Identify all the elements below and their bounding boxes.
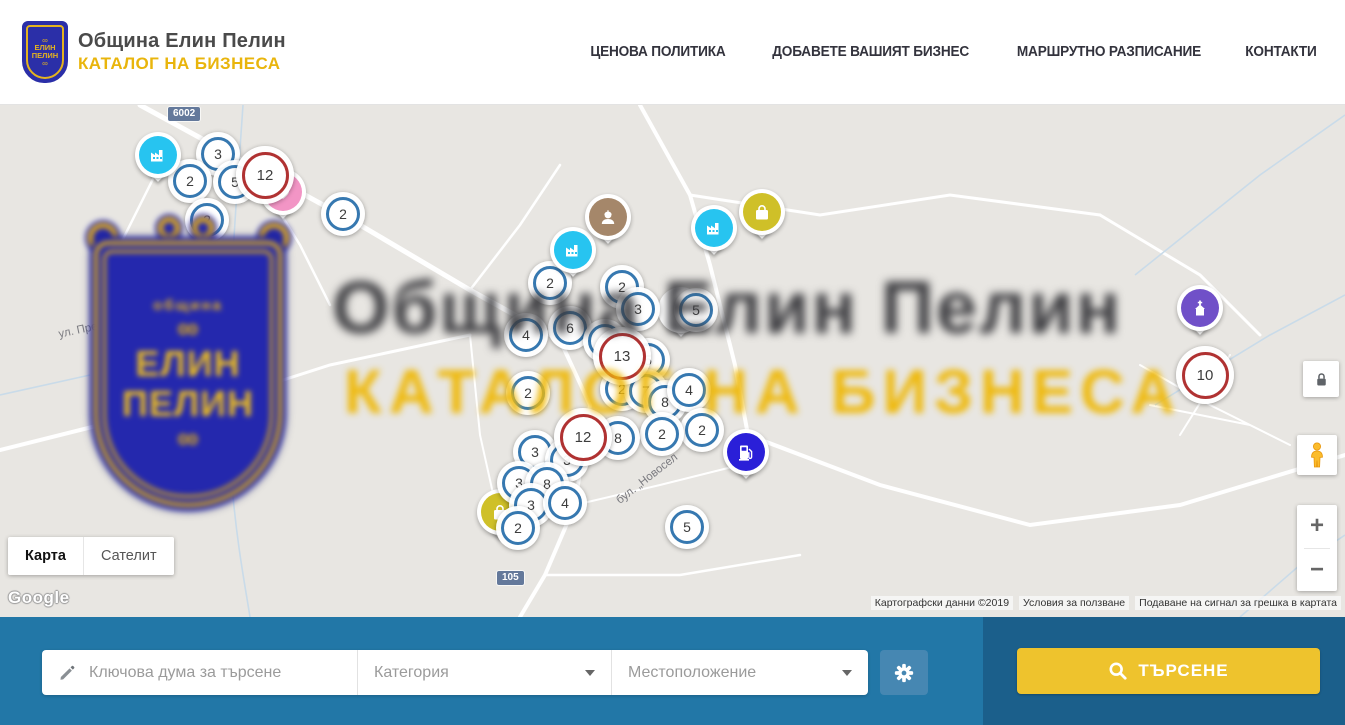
pegman-button[interactable] (1297, 435, 1337, 475)
nav-item-2[interactable]: ДОБАВЕТЕ ВАШИЯТ БИЗНЕС (772, 44, 969, 60)
search-button[interactable]: ТЪРСЕНЕ (1017, 648, 1320, 694)
worker-icon (589, 198, 627, 236)
category-pin-bag[interactable] (739, 189, 785, 235)
cluster-marker-2[interactable]: 2 (185, 198, 229, 242)
cluster-count: 6 (553, 311, 587, 345)
advanced-settings-button[interactable] (880, 650, 928, 695)
cluster-marker-5[interactable]: 5 (674, 288, 718, 332)
logo-ornament: ∞ (42, 60, 48, 67)
cluster-marker-4[interactable]: 4 (667, 368, 711, 412)
category-pin-worker[interactable] (585, 194, 631, 240)
keyword-input[interactable] (89, 664, 357, 682)
pencil-icon (58, 663, 77, 682)
keyword-field (42, 650, 358, 695)
zoom-out-button[interactable]: − (1297, 549, 1337, 592)
cluster-count: 10 (1182, 352, 1229, 399)
cluster-count: 13 (599, 333, 646, 380)
cluster-count: 2 (190, 203, 224, 237)
factory-icon (695, 209, 733, 247)
bag-icon (743, 193, 781, 231)
cluster-marker-4[interactable]: 4 (543, 481, 587, 525)
nav-item-1[interactable]: ЦЕНОВА ПОЛИТИКА (590, 44, 725, 60)
cluster-marker-2[interactable]: 2 (496, 506, 540, 550)
lock-button[interactable] (1303, 361, 1339, 397)
road-badge: 105 (497, 571, 524, 585)
site-subtitle: КАТАЛОГ НА БИЗНЕСА (78, 54, 286, 74)
cluster-marker-2[interactable]: 2 (680, 408, 724, 452)
chevron-down-icon (585, 670, 595, 676)
fuel-icon (727, 433, 765, 471)
gear-icon (893, 662, 915, 684)
brand[interactable]: ∞ ЕЛИНПЕЛИН ∞ Община Елин Пелин КАТАЛОГ … (22, 21, 286, 83)
cluster-marker-12[interactable]: 12 (554, 408, 612, 466)
municipality-logo: ∞ ЕЛИНПЕЛИН ∞ (22, 21, 68, 83)
cluster-count: 4 (672, 373, 706, 407)
nav-item-3[interactable]: МАРШРУТНО РАЗПИСАНИЕ (1017, 44, 1201, 60)
map-type-satellite-button[interactable]: Сателит (84, 537, 174, 575)
header: ∞ ЕЛИНПЕЛИН ∞ Община Елин Пелин КАТАЛОГ … (0, 0, 1345, 105)
cluster-count: 2 (326, 197, 360, 231)
search-box: Категория Местоположение (42, 650, 868, 695)
category-select-value: Категория (374, 664, 449, 682)
cluster-count: 4 (548, 486, 582, 520)
location-select-value: Местоположение (628, 664, 756, 682)
nav-item-4[interactable]: КОНТАКТИ (1245, 44, 1316, 60)
main-nav: ЦЕНОВА ПОЛИТИКА ДОБАВЕТЕ ВАШИЯТ БИЗНЕС МАР… (586, 44, 1319, 60)
map-attribution: Картографски данни ©2019 Условия за ползв… (871, 596, 1341, 610)
cluster-marker-2[interactable]: 2 (321, 192, 365, 236)
cluster-marker-5[interactable]: 5 (665, 505, 709, 549)
map-type-map-button[interactable]: Карта (8, 537, 84, 575)
cluster-marker-2[interactable]: 2 (506, 371, 550, 415)
map-canvas[interactable]: 6002105 ул. Преславбул. „Новосел 3251222… (0, 105, 1345, 617)
category-select[interactable]: Категория (358, 650, 612, 695)
search-icon (1108, 661, 1128, 681)
cluster-count: 2 (685, 413, 719, 447)
pegman-icon (1306, 442, 1328, 468)
cluster-marker-3[interactable]: 3 (616, 287, 660, 331)
attribution-link[interactable]: Условия за ползване (1019, 596, 1129, 610)
attribution-text: Картографски данни ©2019 (871, 596, 1013, 610)
logo-name: ЕЛИНПЕЛИН (32, 44, 58, 60)
cluster-count: 12 (242, 152, 289, 199)
zoom-control: + − (1297, 505, 1337, 591)
cluster-count: 12 (560, 414, 607, 461)
church-icon (1181, 289, 1219, 327)
cluster-marker-4[interactable]: 4 (504, 313, 548, 357)
factory-icon (139, 136, 177, 174)
cluster-marker-13[interactable]: 13 (593, 327, 651, 385)
site-title: Община Елин Пелин (78, 30, 286, 53)
cluster-count: 5 (670, 510, 704, 544)
cluster-count: 2 (501, 511, 535, 545)
category-pin-factory[interactable] (691, 205, 737, 251)
cluster-count: 4 (509, 318, 543, 352)
cluster-marker-2[interactable]: 2 (640, 412, 684, 456)
search-bar: Категория Местоположение ТЪРСЕНЕ (0, 617, 1345, 725)
lock-icon (1313, 371, 1330, 388)
cluster-marker-10[interactable]: 10 (1176, 346, 1234, 404)
search-button-label: ТЪРСЕНЕ (1138, 661, 1228, 681)
cluster-marker-12[interactable]: 12 (236, 146, 294, 204)
category-pin-factory[interactable] (135, 132, 181, 178)
cluster-count: 2 (511, 376, 545, 410)
category-pin-church[interactable] (1177, 285, 1223, 331)
location-select[interactable]: Местоположение (612, 650, 868, 695)
attribution-link[interactable]: Подаване на сигнал за грешка в картата (1135, 596, 1341, 610)
cluster-count: 2 (645, 417, 679, 451)
cluster-count: 3 (621, 292, 655, 326)
google-logo[interactable]: Google (8, 588, 70, 608)
chevron-down-icon (842, 670, 852, 676)
category-pin-fuel[interactable] (723, 429, 769, 475)
road-badge: 6002 (168, 107, 200, 121)
map-type-control: Карта Сателит (8, 537, 174, 575)
cluster-count: 5 (679, 293, 713, 327)
zoom-in-button[interactable]: + (1297, 505, 1337, 548)
